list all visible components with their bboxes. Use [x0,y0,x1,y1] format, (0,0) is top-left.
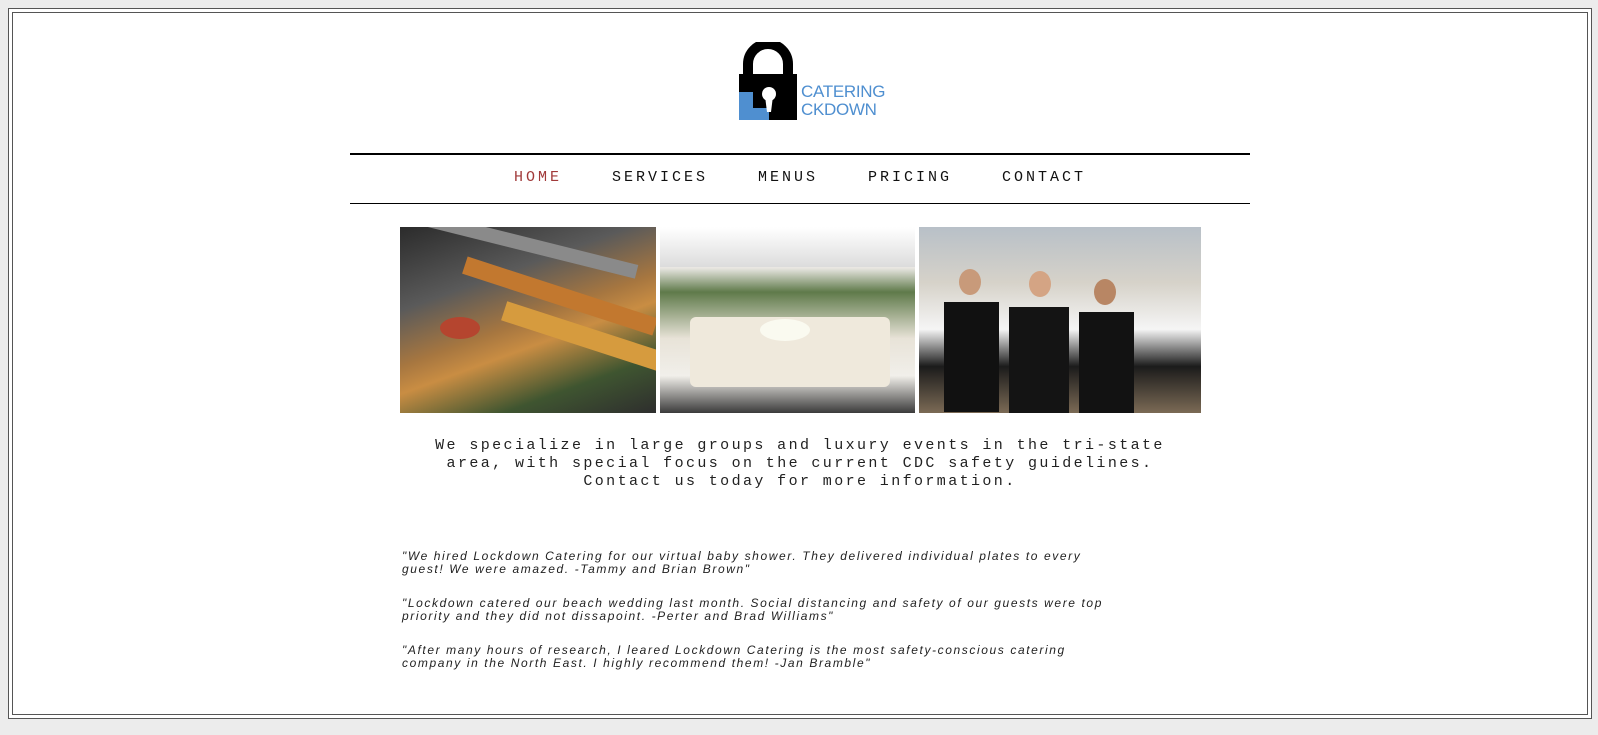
nav-divider-bottom [350,203,1250,204]
intro-line-2: area, with special focus on the current … [446,455,1154,472]
intro-text: We specialize in large groups and luxury… [400,437,1200,491]
staff-photo [919,227,1201,413]
logo-line-1: CATERING [801,82,886,101]
testimonial-line: guest! We were amazed. -Tammy and Brian … [402,562,751,576]
photo-strip [400,227,1201,413]
testimonial-line: priority and they did not dissapoint. -P… [402,609,835,623]
nav-pricing[interactable]: PRICING [868,169,952,186]
event-tent-photo [660,227,915,413]
logo-line-2: CKDOWN [801,100,877,119]
nav-menus[interactable]: MENUS [758,169,818,186]
lock-icon [739,42,797,120]
nav-contact[interactable]: CONTACT [1002,169,1086,186]
nav-divider-top [350,153,1250,155]
main-nav: HOME SERVICES MENUS PRICING CONTACT [350,165,1250,189]
buffet-photo [400,227,656,413]
testimonial-line: company in the North East. I highly reco… [402,656,872,670]
testimonials: "We hired Lockdown Catering for our virt… [402,550,1202,691]
site-logo[interactable]: CATERING CKDOWN [738,42,888,122]
testimonial: "We hired Lockdown Catering for our virt… [402,550,1202,576]
testimonial: "Lockdown catered our beach wedding last… [402,597,1202,623]
testimonial: "After many hours of research, I leared … [402,644,1202,670]
nav-services[interactable]: SERVICES [612,169,708,186]
nav-home[interactable]: HOME [514,169,562,186]
intro-line-1: We specialize in large groups and luxury… [435,437,1165,454]
logo-text: CATERING CKDOWN [801,83,885,119]
intro-line-3: Contact us today for more information. [583,473,1017,490]
